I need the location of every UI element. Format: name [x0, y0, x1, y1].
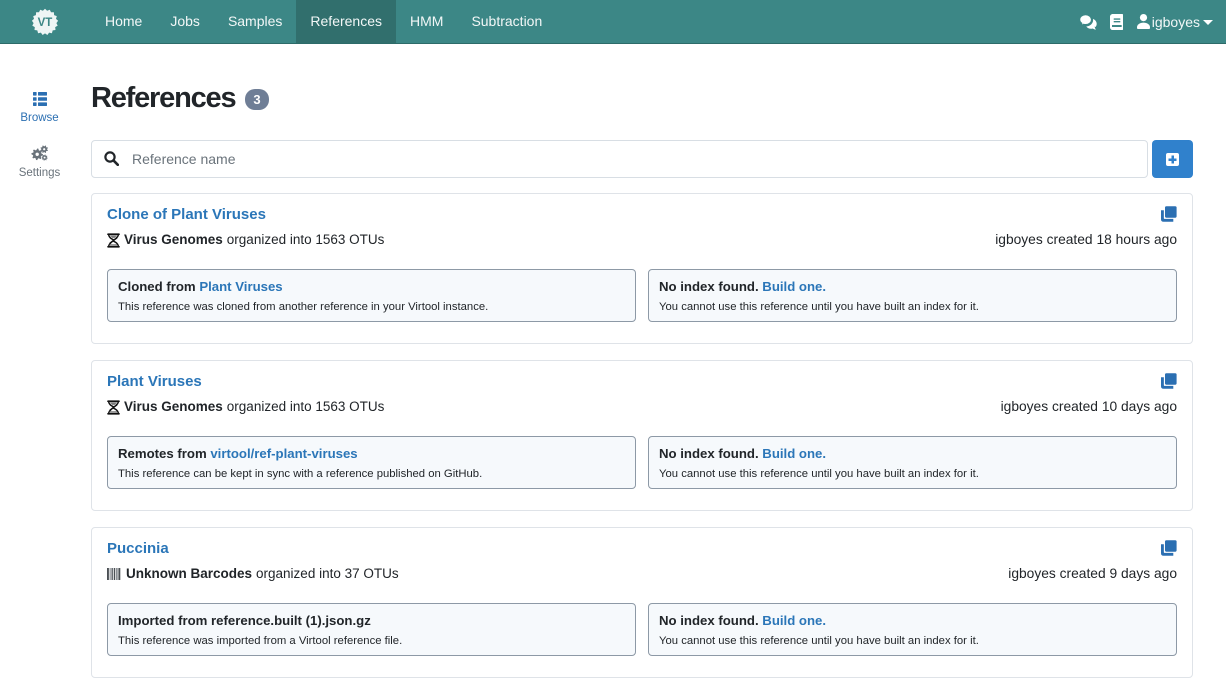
svg-text:VT: VT	[38, 17, 53, 29]
